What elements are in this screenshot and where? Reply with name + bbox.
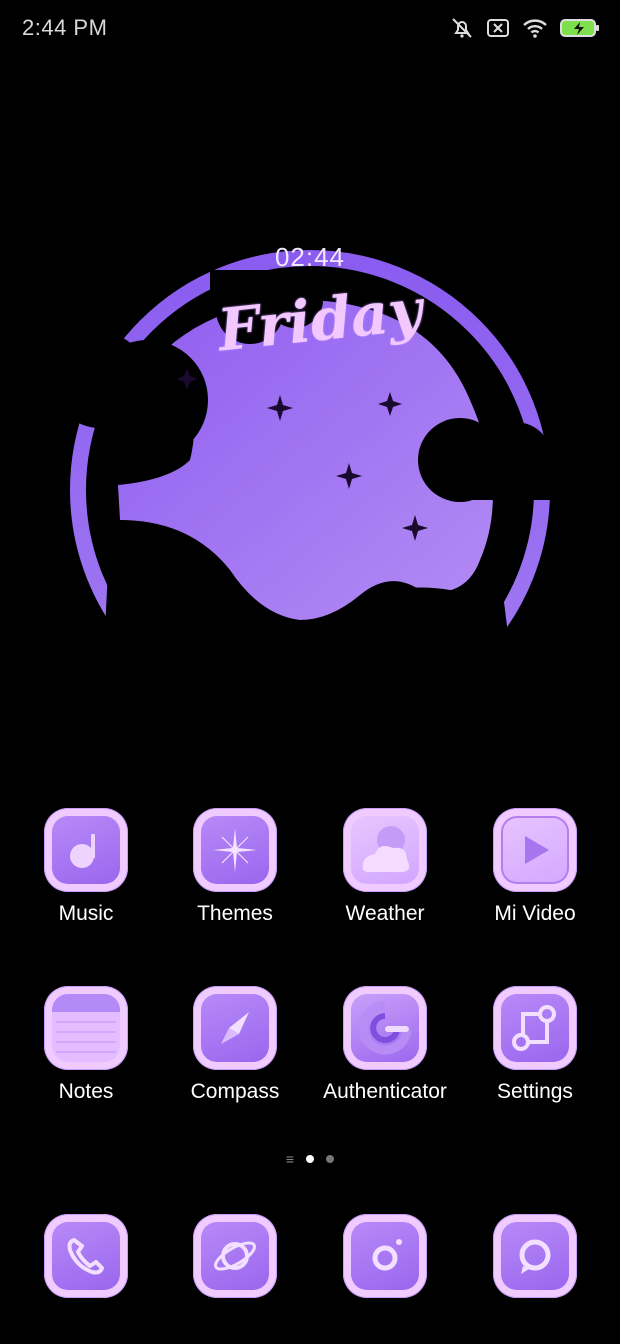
app-weather[interactable]: Weather (310, 808, 460, 938)
cloud-moon-icon (351, 816, 419, 884)
app-label-themes: Themes (197, 902, 273, 925)
app-label-music: Music (58, 902, 114, 925)
app-authenticator[interactable]: Authenticator (310, 986, 460, 1116)
sim-disabled-icon (486, 17, 510, 39)
page-dot-2[interactable] (326, 1155, 335, 1163)
app-compass[interactable]: Compass (160, 986, 310, 1116)
status-icons (450, 16, 600, 40)
app-label-weather: Weather (345, 902, 425, 925)
app-label-mi-video: Mi Video (494, 902, 576, 925)
settings-nodes-icon (501, 994, 569, 1062)
silent-bell-icon (450, 16, 474, 40)
phone-icon (52, 1222, 120, 1290)
g-authenticator-icon (351, 994, 419, 1062)
app-label-authenticator: Authenticator (323, 1080, 447, 1103)
status-time: 2:44 PM (22, 15, 108, 40)
sparkle-icon (201, 816, 269, 884)
planet-browser-icon (201, 1222, 269, 1290)
page-indicator: ≡ (0, 1152, 620, 1166)
widget-time: 02:44 (274, 242, 346, 272)
music-note-icon (52, 816, 120, 884)
play-icon (501, 816, 569, 884)
camera-icon (351, 1222, 419, 1290)
page-menu-icon[interactable]: ≡ (286, 1152, 294, 1166)
app-notes[interactable]: Notes (11, 986, 161, 1116)
dock-messages[interactable] (460, 1214, 610, 1344)
status-bar: 2:44 PM (0, 0, 620, 56)
app-label-settings: Settings (497, 1080, 573, 1103)
dock-browser[interactable] (160, 1214, 310, 1344)
wifi-icon (522, 17, 548, 39)
app-mi-video[interactable]: Mi Video (460, 808, 610, 938)
app-settings[interactable]: Settings (460, 986, 610, 1116)
page-dot-1[interactable] (306, 1155, 315, 1163)
notepad-icon (52, 994, 120, 1062)
message-bubble-icon (501, 1222, 569, 1290)
compass-needle-icon (201, 994, 269, 1062)
dock-camera[interactable] (310, 1214, 460, 1344)
app-themes[interactable]: Themes (160, 808, 310, 938)
app-label-notes: Notes (58, 1080, 114, 1103)
app-music[interactable]: Music (11, 808, 161, 938)
dock-phone[interactable] (11, 1214, 161, 1344)
app-label-compass: Compass (190, 1080, 280, 1103)
clock-widget[interactable]: 02:44 Friday (52, 230, 560, 750)
battery-charging-icon (560, 17, 600, 39)
